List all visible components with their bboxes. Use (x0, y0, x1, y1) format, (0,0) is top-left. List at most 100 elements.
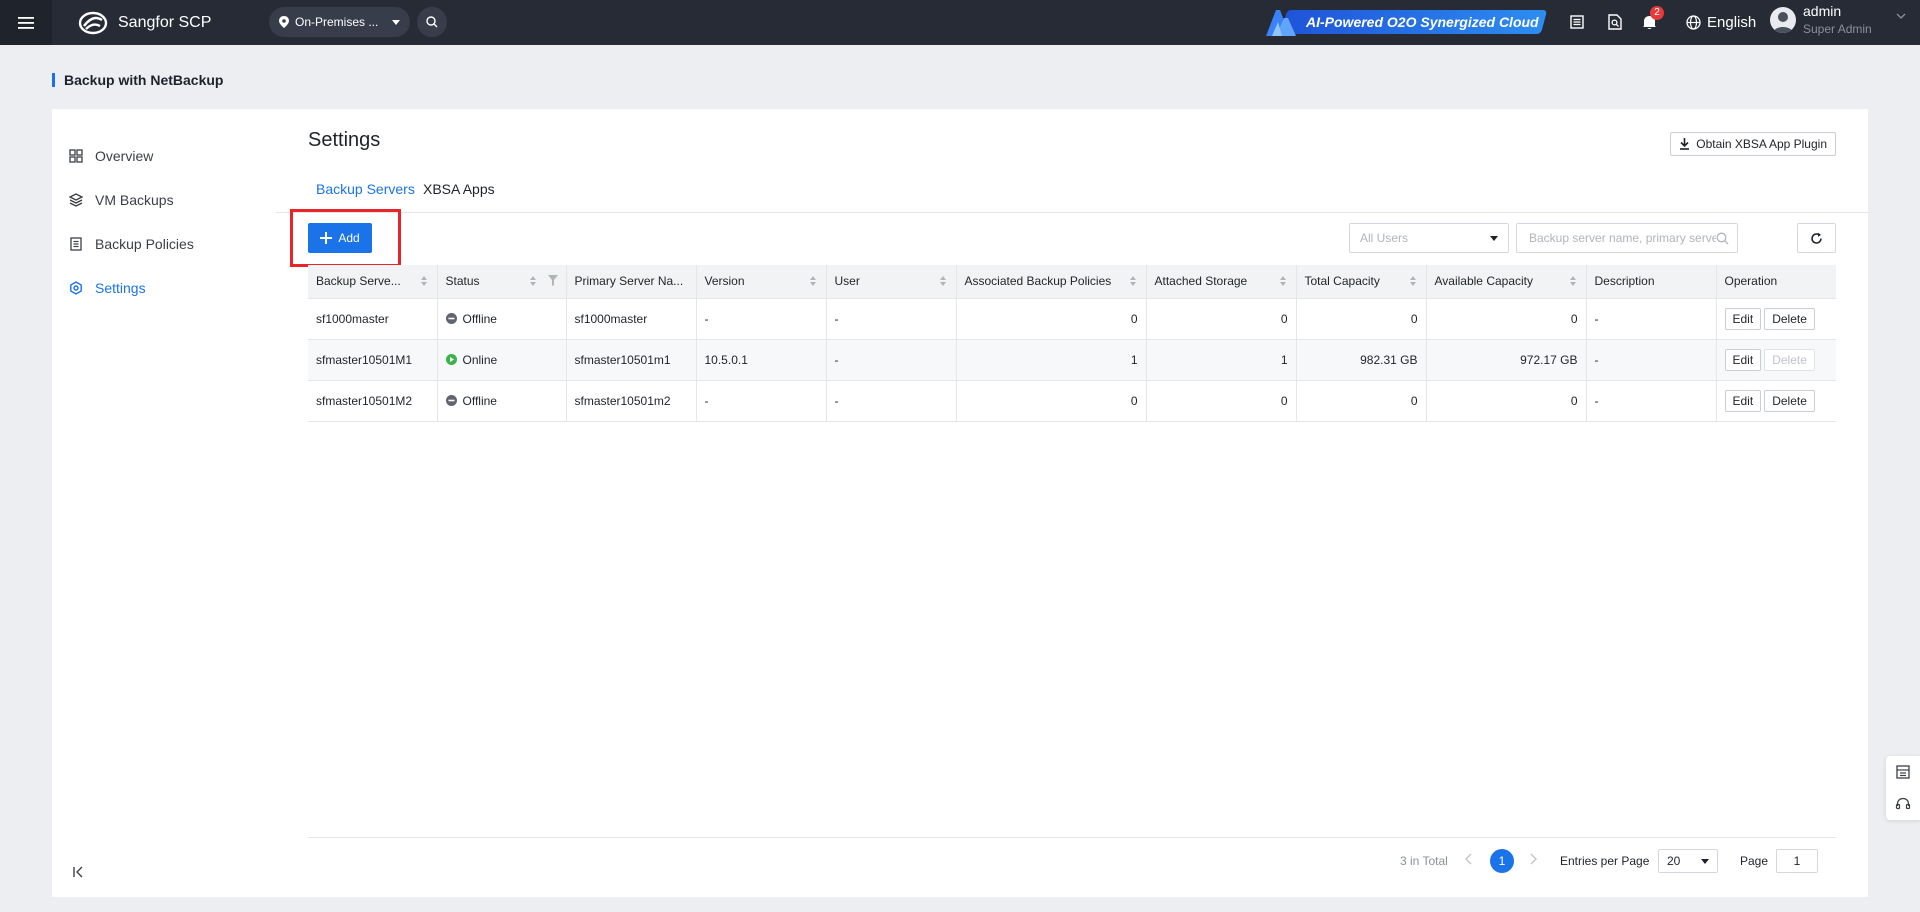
online-status-icon (445, 354, 457, 365)
sort-icon[interactable] (1279, 276, 1286, 286)
cell-status: Offline (437, 380, 567, 422)
global-search-button[interactable] (417, 7, 447, 37)
search-icon[interactable] (1716, 232, 1729, 245)
location-select[interactable]: On-Premises ... (269, 7, 410, 37)
page-header: Backup with NetBackup (52, 72, 223, 88)
search-icon (426, 16, 438, 28)
headset-support-icon[interactable] (1895, 796, 1911, 812)
column-header-associated-policies[interactable]: Associated Backup Policies (956, 265, 1147, 299)
chevron-left-icon[interactable] (1465, 853, 1473, 865)
location-value: On-Premises ... (295, 15, 379, 29)
grid-icon (69, 149, 83, 163)
chevron-down-icon[interactable] (1896, 13, 1906, 19)
cell-backup-server: sfmaster10501M2 (308, 380, 438, 422)
menu-button[interactable] (0, 0, 52, 45)
column-header-total-capacity[interactable]: Total Capacity (1296, 265, 1427, 299)
current-page-button[interactable]: 1 (1490, 849, 1514, 873)
user-name[interactable]: admin (1803, 3, 1841, 19)
cell-version: 10.5.0.1 (696, 339, 827, 381)
cell-user: - (826, 380, 957, 422)
sangfor-logo-icon (78, 11, 108, 35)
column-header-backup-server[interactable]: Backup Serve... (308, 265, 438, 299)
filter-icon[interactable] (547, 275, 558, 286)
cell-attached-storage-link[interactable]: 1 (1146, 339, 1297, 381)
edit-button[interactable]: Edit (1724, 389, 1762, 412)
sidebar-item-settings[interactable]: Settings (52, 266, 276, 310)
sort-icon[interactable] (939, 276, 946, 286)
main-panel: Settings Obtain XBSA App Plugin Backup S… (276, 109, 1868, 897)
sidebar: Overview VM Backups Backup Policies Sett… (52, 109, 276, 897)
notes-icon[interactable] (1895, 764, 1911, 780)
delete-button[interactable]: Delete (1764, 307, 1815, 330)
language-switch[interactable]: English (1686, 10, 1756, 34)
sort-icon[interactable] (1569, 276, 1576, 286)
sidebar-item-vm-backups[interactable]: VM Backups (52, 178, 276, 222)
list-icon (1570, 15, 1584, 29)
chevron-right-icon[interactable] (1529, 853, 1537, 865)
cell-version: - (696, 298, 827, 340)
floating-toolbar (1886, 756, 1920, 820)
pagination-divider (308, 837, 1836, 838)
cell-available-capacity: 0 (1426, 298, 1587, 340)
search-input[interactable] (1529, 231, 1716, 245)
tab-backup-servers[interactable]: Backup Servers (316, 169, 415, 209)
column-header-attached-storage[interactable]: Attached Storage (1146, 265, 1297, 299)
column-header-user[interactable]: User (826, 265, 957, 299)
avatar[interactable] (1770, 7, 1796, 33)
delete-button-disabled: Delete (1764, 348, 1815, 371)
promo-text: AI-Powered O2O Synergized Cloud (1306, 14, 1539, 30)
column-header-status[interactable]: Status (437, 265, 567, 299)
sort-icon[interactable] (420, 276, 427, 286)
promo-banner[interactable]: AI-Powered O2O Synergized Cloud (1262, 4, 1552, 40)
backup-servers-table: Backup Serve... Status Primary Server Na… (308, 265, 1836, 422)
offline-status-icon (445, 395, 457, 406)
column-header-version[interactable]: Version (696, 265, 827, 299)
cell-associated-policies-link[interactable]: 1 (956, 339, 1147, 381)
sort-icon[interactable] (809, 276, 816, 286)
sort-icon[interactable] (529, 276, 536, 286)
column-header-primary-server[interactable]: Primary Server Na... (566, 265, 697, 299)
hamburger-icon (18, 16, 34, 29)
cell-description: - (1586, 380, 1717, 422)
cell-backup-server: sf1000master (308, 298, 438, 340)
page-jump-input[interactable]: 1 (1776, 849, 1818, 873)
sort-icon[interactable] (1409, 276, 1416, 286)
cell-attached-storage: 0 (1146, 298, 1297, 340)
status-label: Offline (462, 393, 497, 408)
collapse-sidebar-icon[interactable] (72, 865, 86, 879)
sort-icon[interactable] (1129, 276, 1136, 286)
user-filter-select[interactable]: All Users (1349, 223, 1509, 253)
cell-backup-server: sfmaster10501M1 (308, 339, 438, 381)
sidebar-item-backup-policies[interactable]: Backup Policies (52, 222, 276, 266)
brand-name: Sangfor SCP (118, 14, 212, 31)
column-header-available-capacity[interactable]: Available Capacity (1426, 265, 1587, 299)
sidebar-item-overview[interactable]: Overview (52, 134, 276, 178)
cell-associated-policies: 0 (956, 298, 1147, 340)
cell-operation: Edit Delete (1716, 339, 1836, 381)
cell-status: Offline (437, 298, 567, 340)
sidebar-item-label: VM Backups (95, 192, 174, 208)
delete-button[interactable]: Delete (1764, 389, 1815, 412)
document-search-button[interactable] (1603, 10, 1627, 34)
cell-total-capacity: 982.31 GB (1296, 339, 1427, 381)
page-size-select[interactable]: 20 (1658, 849, 1718, 873)
layers-icon (69, 193, 83, 207)
tab-xbsa-apps[interactable]: XBSA Apps (423, 169, 495, 209)
obtain-xbsa-plugin-button[interactable]: Obtain XBSA App Plugin (1670, 132, 1836, 156)
cell-total-capacity: 0 (1296, 380, 1427, 422)
location-pin-icon (279, 16, 289, 28)
refresh-button[interactable] (1797, 223, 1836, 253)
brand-logo[interactable]: Sangfor SCP (78, 8, 211, 38)
settings-icon (70, 281, 82, 295)
section-title: Settings (308, 129, 381, 151)
cell-available-capacity: 0 (1426, 380, 1587, 422)
total-count: 3 in Total (1400, 854, 1448, 868)
table-header-row: Backup Serve... Status Primary Server Na… (308, 265, 1836, 299)
page-label: Page (1740, 854, 1769, 868)
caret-down-icon (392, 19, 400, 25)
cell-primary-server: sf1000master (566, 298, 697, 340)
edit-button[interactable]: Edit (1724, 307, 1762, 330)
status-label: Offline (462, 311, 497, 326)
task-list-button[interactable] (1565, 10, 1589, 34)
edit-button[interactable]: Edit (1724, 348, 1762, 371)
